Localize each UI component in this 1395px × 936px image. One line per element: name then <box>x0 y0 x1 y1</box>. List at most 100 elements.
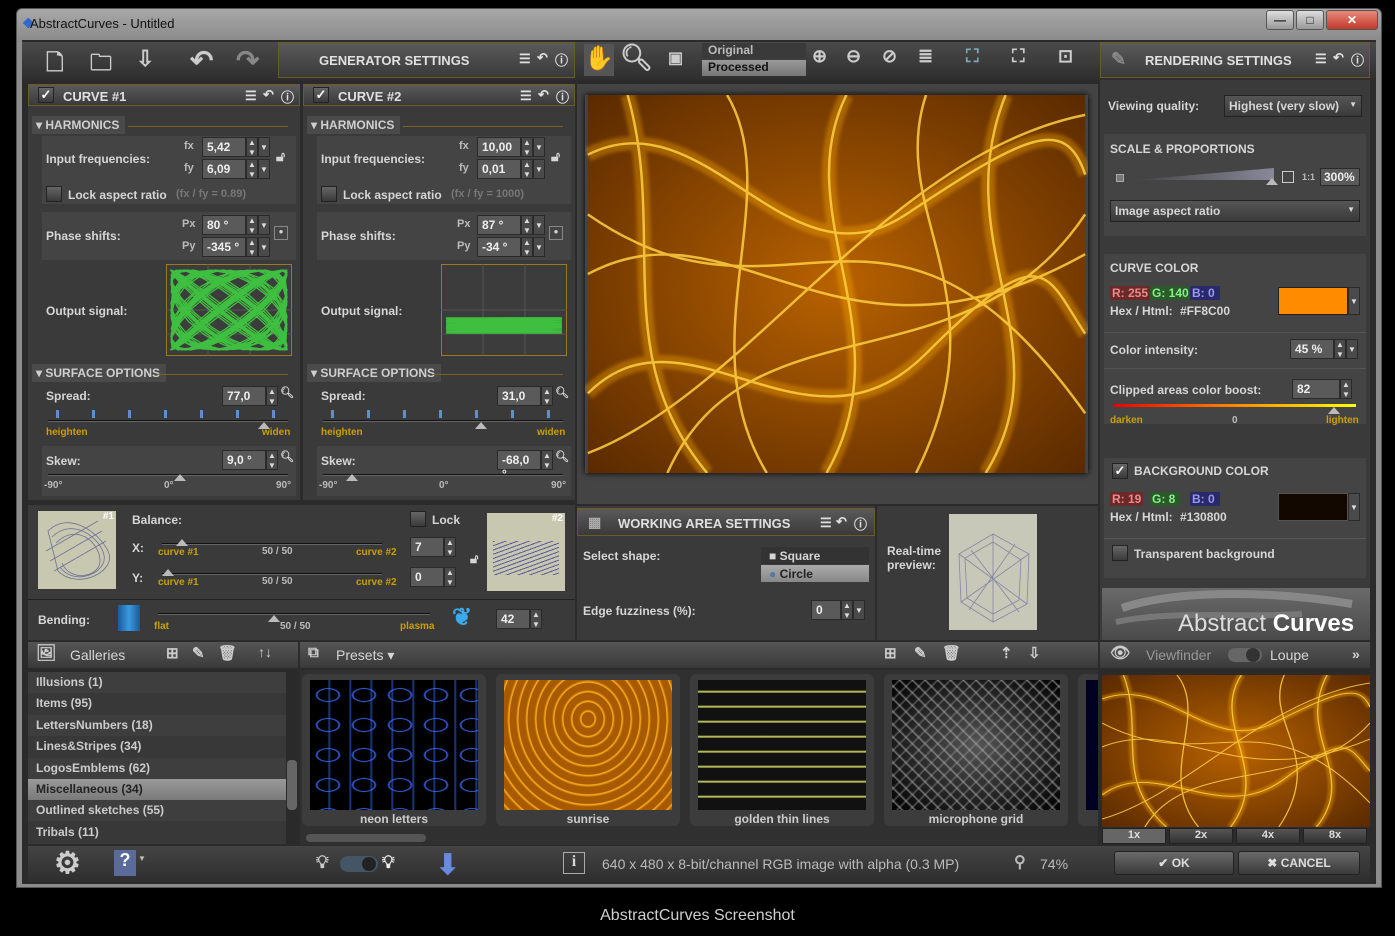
px-input[interactable]: 87 ° <box>477 215 521 235</box>
balance-lock-checkbox[interactable] <box>410 511 426 527</box>
edge-dropdown[interactable]: ▼ <box>853 600 865 620</box>
aspect-ratio-dropdown[interactable]: Image aspect ratio ▼ <box>1110 200 1360 222</box>
scale-thumb[interactable] <box>1266 178 1278 185</box>
px-stepper[interactable]: ▲ ▼ <box>246 215 258 235</box>
skew-stepper[interactable]: ▲ ▼ <box>541 450 553 470</box>
fy-stepper[interactable]: ▲ ▼ <box>521 159 533 179</box>
background-color-dropdown[interactable]: ▼ <box>1348 493 1360 521</box>
save-download-icon[interactable]: ⇩ <box>136 46 154 72</box>
reset-icon[interactable]: ↶ <box>1333 50 1344 66</box>
info-icon[interactable]: ⓘ <box>555 50 568 69</box>
balance-y-thumb[interactable] <box>162 569 174 576</box>
spread-slider-track[interactable] <box>323 420 563 422</box>
expand-icon[interactable]: » <box>1352 646 1360 662</box>
spread-input[interactable]: 77,0 <box>222 386 266 406</box>
fx-dropdown[interactable]: ▼ <box>258 137 270 157</box>
magnifier-icon[interactable]: 🔍︎ <box>555 450 569 463</box>
rendered-image[interactable] <box>585 95 1088 473</box>
fx-input[interactable]: 10,00 <box>477 137 521 157</box>
open-folder-icon[interactable]: 🗀 <box>90 46 112 84</box>
reset-icon[interactable]: ↶ <box>538 87 549 103</box>
spread-slider-track[interactable] <box>48 420 288 422</box>
preset-card[interactable] <box>1078 674 1098 826</box>
py-dropdown[interactable]: ▼ <box>258 237 270 257</box>
shape-option-square[interactable]: ■ Square <box>761 547 869 564</box>
gallery-item[interactable]: Items (95) <box>28 693 286 714</box>
surface-section-toggle[interactable]: ▾ SURFACE OPTIONS <box>32 364 167 382</box>
clipped-thumb[interactable] <box>1328 407 1340 414</box>
harmonics-section-toggle[interactable]: ▾ HARMONICS <box>32 116 126 134</box>
spread-stepper[interactable]: ▲ ▼ <box>266 386 278 406</box>
edge-stepper[interactable]: ▲ ▼ <box>841 600 853 620</box>
cancel-button[interactable]: ✖ CANCEL <box>1238 851 1360 875</box>
skew-slider-thumb[interactable] <box>346 474 359 481</box>
curve-color-swatch[interactable] <box>1278 287 1348 315</box>
curve-enable-checkbox[interactable]: ✓ <box>313 87 329 103</box>
import-preset-icon[interactable]: ⇡ <box>1000 644 1013 662</box>
viewfinder-loupe-toggle[interactable] <box>1228 648 1262 662</box>
presets-dropdown[interactable]: Presets ▾ <box>336 647 394 664</box>
zoom-menu-icon[interactable]: ≣ <box>918 46 933 67</box>
curve1-thumbnail[interactable]: #1 <box>38 511 116 589</box>
spread-input[interactable]: 31,0 <box>497 386 541 406</box>
delete-preset-icon[interactable]: 🗑︎ <box>942 644 961 662</box>
py-input[interactable]: -345 ° <box>202 237 246 257</box>
skew-slider-track[interactable] <box>48 474 288 476</box>
menu-icon[interactable]: ☰ <box>820 515 832 531</box>
skew-slider-thumb[interactable] <box>174 474 186 481</box>
background-color-checkbox[interactable]: ✓ <box>1112 463 1128 479</box>
scale-value[interactable]: 300% <box>1320 168 1360 186</box>
link-lock-icon[interactable]: 🔓︎ <box>276 148 285 165</box>
shape-option-circle[interactable]: ● Circle <box>761 565 869 582</box>
zoom-8x-button[interactable]: 8x <box>1303 828 1367 844</box>
add-preset-icon[interactable]: ⊞ <box>884 644 897 662</box>
help-dropdown-icon[interactable]: ▼ <box>138 854 146 863</box>
menu-icon[interactable]: ☰ <box>520 88 532 104</box>
clipped-boost-input[interactable]: 82 <box>1292 379 1340 399</box>
galleries-scrollbar[interactable] <box>286 672 298 844</box>
magnifier-icon[interactable]: 🔍︎ <box>280 386 294 399</box>
balance-y-input[interactable]: 0 <box>410 567 444 587</box>
settings-gear-icon[interactable]: ⚙ <box>54 846 81 881</box>
transparent-background-checkbox[interactable] <box>1112 545 1128 561</box>
info-icon[interactable]: ⓘ <box>854 514 867 533</box>
zoom-4x-button[interactable]: 4x <box>1236 828 1300 844</box>
px-dropdown[interactable]: ▼ <box>533 215 545 235</box>
fy-dropdown[interactable]: ▼ <box>258 159 270 179</box>
fx-input[interactable]: 5,42 <box>202 137 246 157</box>
edit-preset-icon[interactable]: ✎ <box>914 644 927 662</box>
skew-input[interactable]: -68,0 ° <box>497 450 541 481</box>
export-preset-icon[interactable]: ⇩ <box>1028 644 1041 662</box>
close-button[interactable]: ✕ <box>1326 10 1378 30</box>
preset-card[interactable]: golden thin lines <box>690 674 874 826</box>
view-original-option[interactable]: Original <box>702 43 806 59</box>
skew-stepper[interactable]: ▲ ▼ <box>266 450 278 470</box>
reset-icon[interactable]: ↶ <box>263 87 274 103</box>
fit-image-icon[interactable]: ⛶ <box>966 46 979 67</box>
edit-gallery-icon[interactable]: ✎ <box>192 644 205 662</box>
bending-thumb[interactable] <box>268 615 280 622</box>
info-icon[interactable]: ⓘ <box>1351 50 1364 69</box>
px-stepper[interactable]: ▲ ▼ <box>521 215 533 235</box>
magnifier-icon[interactable]: 🔍︎ <box>555 386 569 399</box>
spread-stepper[interactable]: ▲ ▼ <box>541 386 553 406</box>
py-stepper[interactable]: ▲ ▼ <box>246 237 258 257</box>
gallery-item[interactable]: Outlined sketches (55) <box>28 800 286 822</box>
zoom-out-icon[interactable]: ⊖ <box>846 46 861 67</box>
viewfinder-label[interactable]: Viewfinder <box>1146 647 1211 663</box>
lock-aspect-checkbox[interactable] <box>46 186 62 202</box>
new-file-icon[interactable]: 🗋 <box>46 46 64 84</box>
curve-color-dropdown[interactable]: ▼ <box>1348 287 1360 315</box>
viewing-quality-dropdown[interactable]: Highest (very slow) ▼ <box>1224 95 1362 117</box>
loupe-label[interactable]: Loupe <box>1270 647 1309 663</box>
balance-x-stepper[interactable]: ▲ ▼ <box>444 537 456 557</box>
balance-x-input[interactable]: 7 <box>410 537 444 557</box>
clipped-stepper[interactable]: ▲ ▼ <box>1340 379 1352 399</box>
link-lock-icon[interactable]: 🔓︎ <box>470 551 478 567</box>
zoom-tool-icon[interactable]: 🔍︎ <box>620 42 653 73</box>
help-icon[interactable]: ? <box>114 850 136 876</box>
px-dropdown[interactable]: ▼ <box>258 215 270 235</box>
balance-y-stepper[interactable]: ▲ ▼ <box>444 567 456 587</box>
undo-icon[interactable]: ↶ <box>190 44 213 77</box>
maximize-button[interactable]: □ <box>1296 10 1324 30</box>
